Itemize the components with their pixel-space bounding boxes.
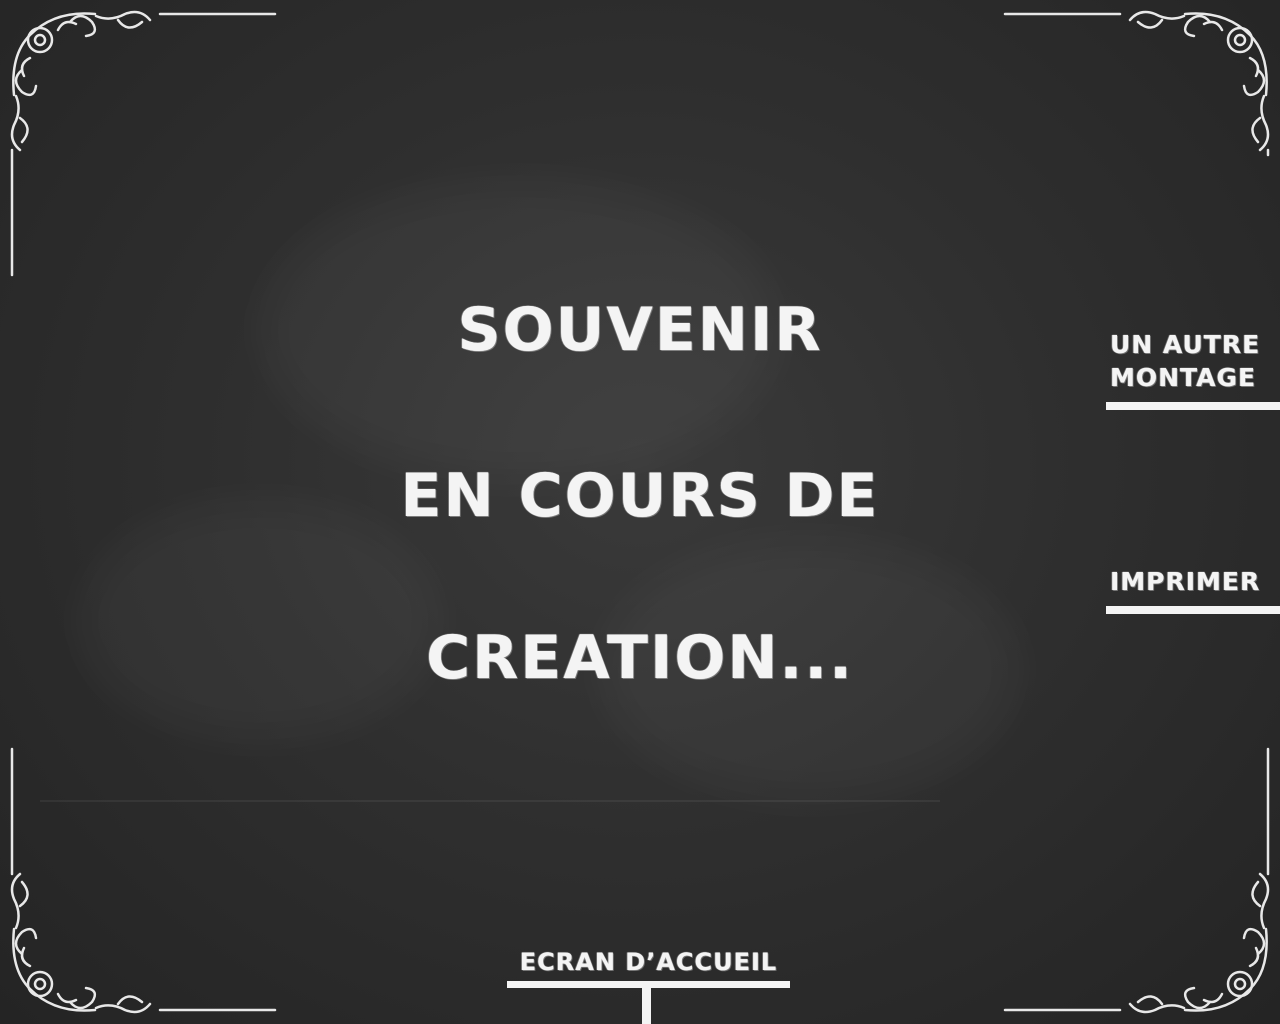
corner-ornament-bottom-right	[1000, 744, 1280, 1024]
status-message-line-1: SOUVENIR	[457, 295, 823, 365]
home-screen-label: ECRAN D’ACCUEIL	[519, 948, 778, 976]
home-button-stem	[642, 985, 651, 1024]
chalkboard-screen: SOUVENIR EN COURS DE CREATION... UN AUTR…	[0, 0, 1280, 1024]
corner-ornament-bottom-left	[0, 744, 280, 1024]
corner-ornament-top-left	[0, 0, 280, 280]
scroll-flourish-icon	[1003, 10, 1270, 157]
home-screen-button[interactable]: ECRAN D’ACCUEIL	[507, 945, 790, 988]
corner-ornament-top-right	[1000, 0, 1280, 280]
print-button[interactable]: IMPRIMER	[1106, 565, 1280, 614]
button-underline	[1106, 606, 1280, 614]
print-label: IMPRIMER	[1110, 567, 1261, 596]
another-montage-label-line-2: MONTAGE	[1110, 363, 1257, 392]
another-montage-label-line-1: UN AUTRE	[1110, 330, 1261, 359]
status-message-line-2: EN COURS DE	[400, 461, 880, 531]
scroll-flourish-icon	[10, 747, 277, 1014]
status-message-line-3: CREATION...	[426, 623, 854, 693]
another-montage-button[interactable]: UN AUTRE MONTAGE	[1106, 328, 1280, 410]
scroll-flourish-icon	[1003, 747, 1270, 1014]
button-underline	[1106, 402, 1280, 410]
scroll-flourish-icon	[10, 10, 277, 277]
